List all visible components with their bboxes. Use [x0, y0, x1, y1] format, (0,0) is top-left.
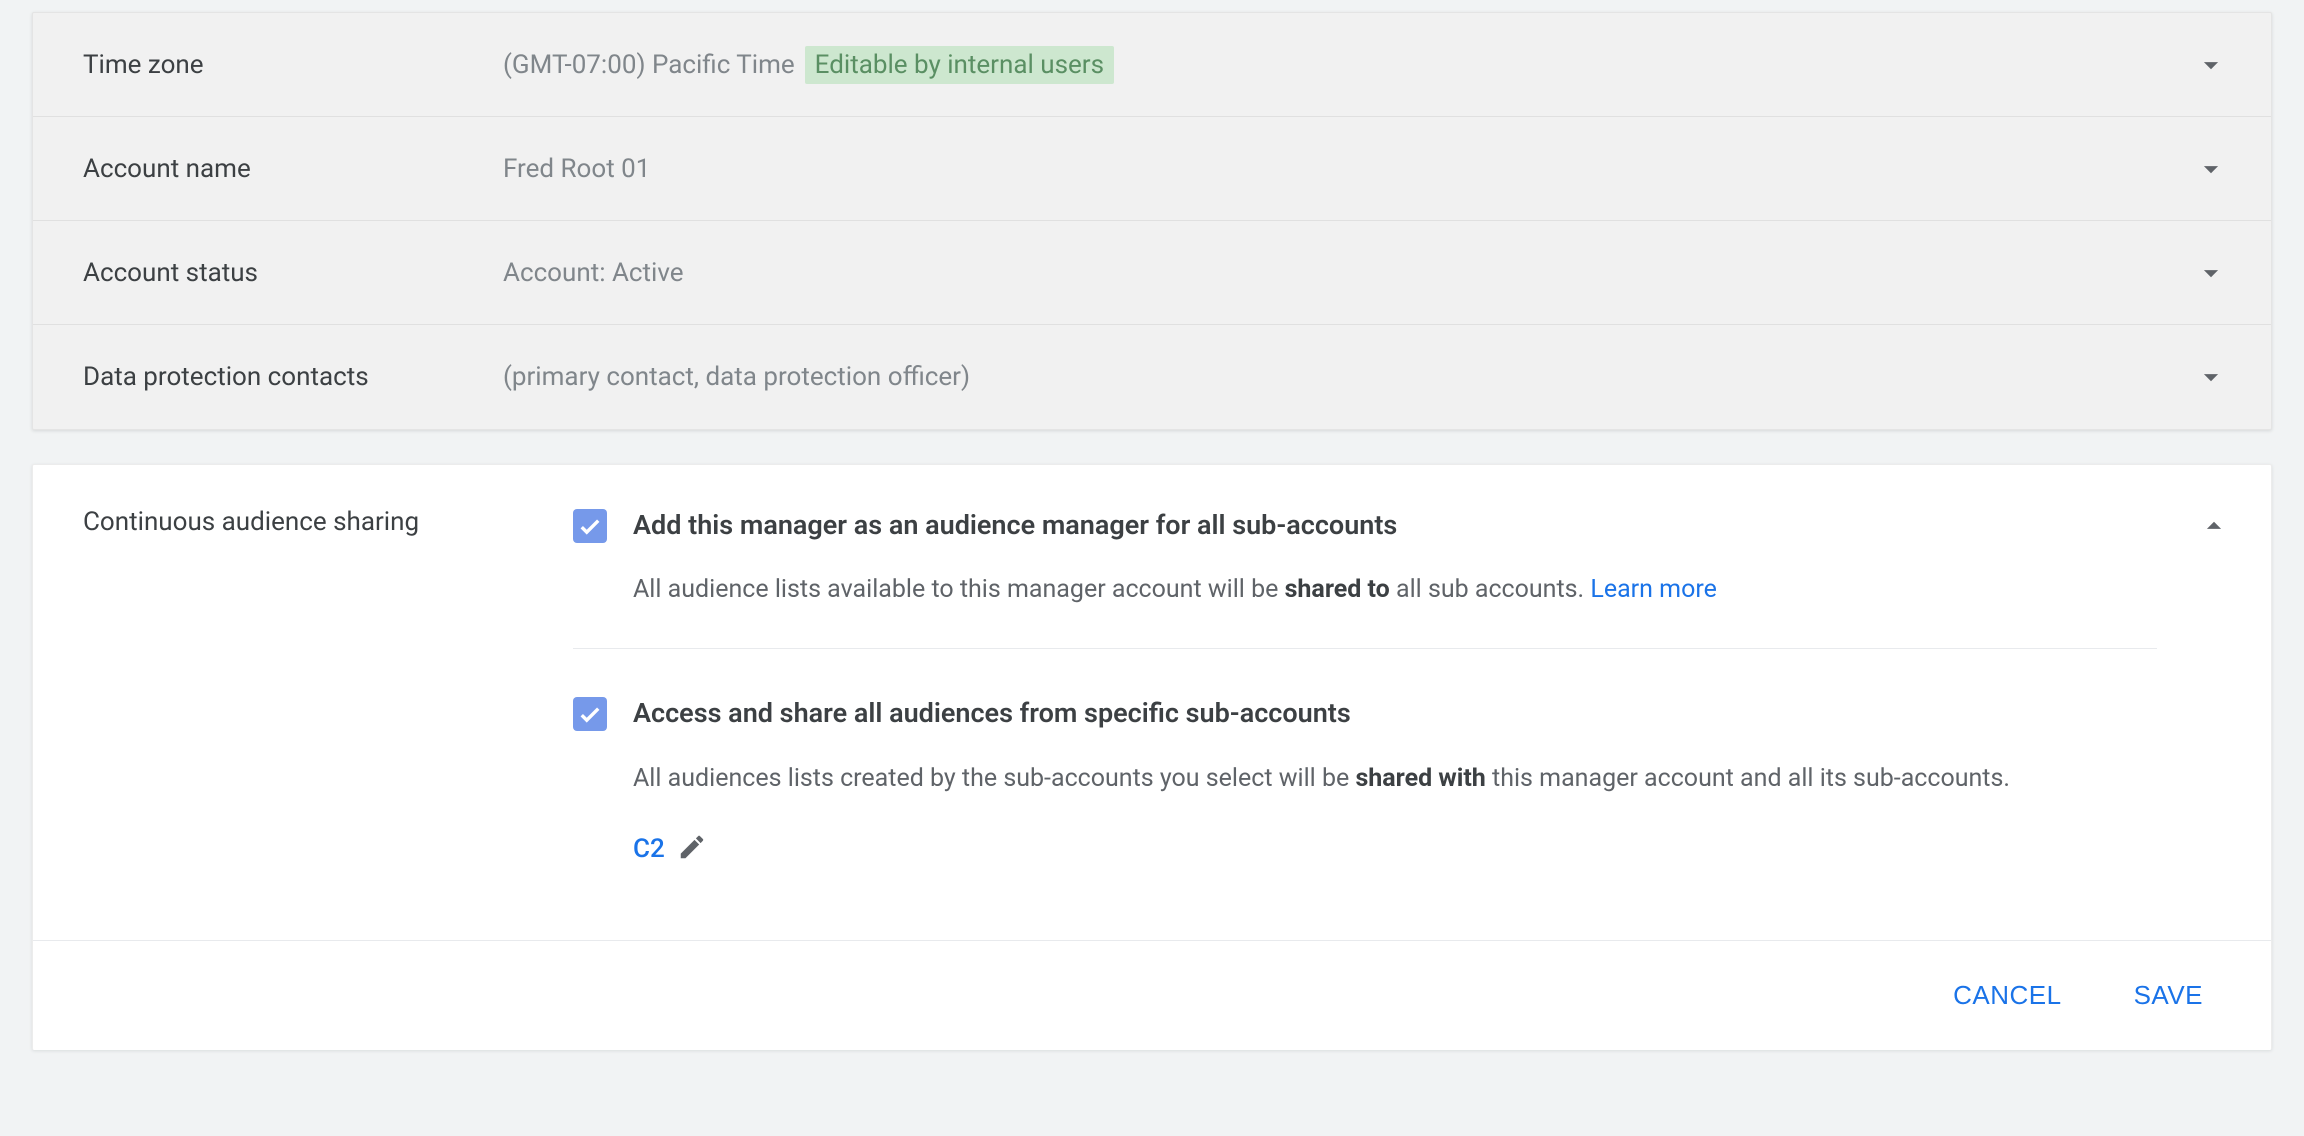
option-add-manager: Add this manager as an audience manager … [573, 507, 2157, 649]
time-zone-value: (GMT-07:00) Pacific Time [503, 50, 795, 80]
option-access-share: Access and share all audiences from spec… [573, 695, 2157, 904]
row-label: Time zone [33, 50, 503, 80]
option-title: Access and share all audiences from spec… [633, 695, 1351, 731]
desc-text: All audience lists available to this man… [633, 575, 1285, 604]
row-label: Account status [33, 258, 503, 288]
chevron-down-icon [2191, 152, 2231, 186]
selected-sub-accounts: C2 [633, 832, 2157, 866]
row-value: Account: Active [503, 258, 2191, 288]
row-value: (primary contact, data protection office… [503, 362, 2191, 392]
option-title: Add this manager as an audience manager … [633, 507, 1397, 543]
chevron-down-icon [2191, 48, 2231, 82]
row-value: (GMT-07:00) Pacific Time Editable by int… [503, 46, 2191, 84]
desc-text: all sub accounts. [1390, 575, 1591, 604]
row-value: Fred Root 01 [503, 154, 2191, 184]
desc-text: this manager account and all its sub-acc… [1486, 764, 2010, 793]
row-time-zone[interactable]: Time zone (GMT-07:00) Pacific Time Edita… [33, 13, 2271, 117]
section-label: Continuous audience sharing [33, 507, 573, 904]
row-account-name[interactable]: Account name Fred Root 01 [33, 117, 2271, 221]
checkbox-access-share[interactable] [573, 697, 607, 731]
learn-more-link[interactable]: Learn more [1590, 575, 1716, 604]
desc-bold: shared to [1285, 575, 1390, 604]
settings-page: Time zone (GMT-07:00) Pacific Time Edita… [0, 0, 2304, 1070]
account-status-value: Account: Active [503, 258, 684, 288]
editable-badge: Editable by internal users [805, 46, 1114, 84]
option-description: All audience lists available to this man… [633, 571, 2143, 610]
save-button[interactable]: SAVE [2130, 972, 2207, 1019]
cancel-button[interactable]: CANCEL [1949, 972, 2065, 1019]
account-settings-panel: Time zone (GMT-07:00) Pacific Time Edita… [32, 12, 2272, 430]
chevron-up-icon[interactable] [2187, 507, 2231, 904]
selected-account-chip[interactable]: C2 [633, 834, 665, 864]
row-label: Data protection contacts [33, 362, 503, 392]
data-protection-value: (primary contact, data protection office… [503, 362, 970, 392]
row-label: Account name [33, 154, 503, 184]
continuous-audience-sharing-card: Continuous audience sharing Add this man… [32, 464, 2272, 1050]
desc-bold: shared with [1355, 764, 1485, 793]
desc-text: All audiences lists created by the sub-a… [633, 764, 1355, 793]
options-column: Add this manager as an audience manager … [573, 507, 2187, 904]
checkbox-add-manager[interactable] [573, 509, 607, 543]
pencil-icon[interactable] [677, 832, 707, 866]
chevron-down-icon [2191, 360, 2231, 394]
option-description: All audiences lists created by the sub-a… [633, 760, 2143, 799]
row-data-protection[interactable]: Data protection contacts (primary contac… [33, 325, 2271, 429]
card-footer: CANCEL SAVE [33, 940, 2271, 1050]
account-name-value: Fred Root 01 [503, 154, 650, 184]
row-account-status[interactable]: Account status Account: Active [33, 221, 2271, 325]
chevron-down-icon [2191, 256, 2231, 290]
